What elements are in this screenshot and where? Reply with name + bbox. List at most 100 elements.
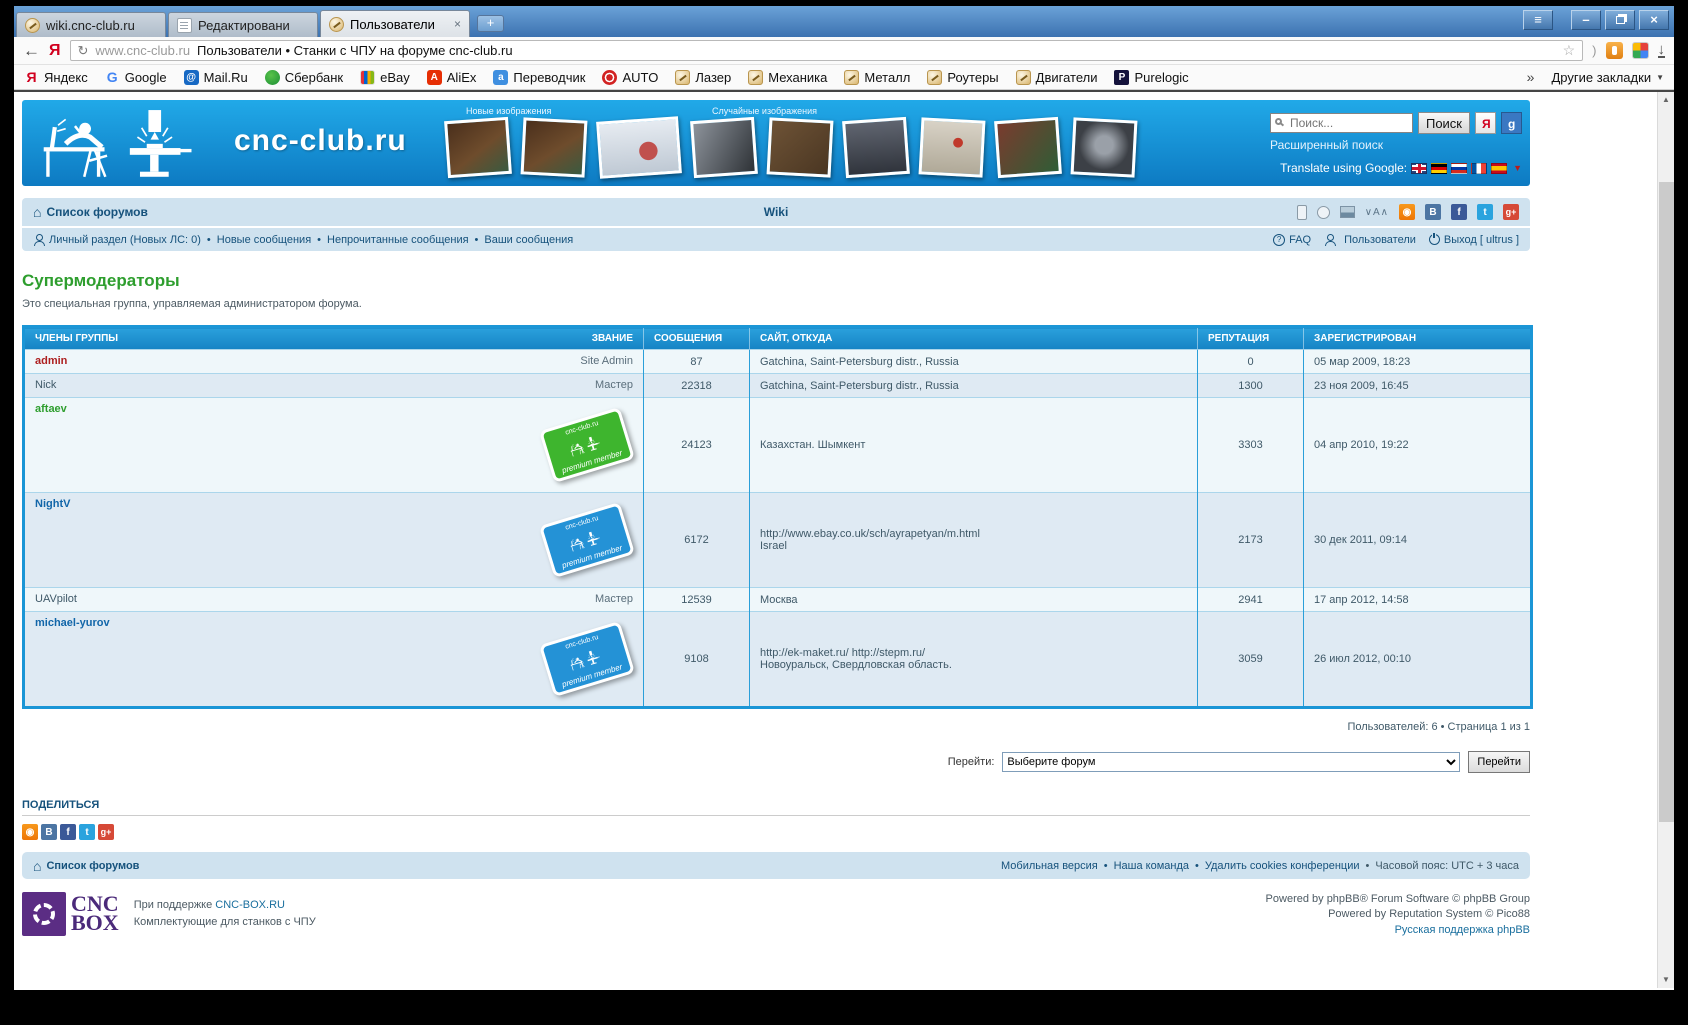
yandex-search-button[interactable]: Я <box>1475 112 1496 134</box>
bookmark-item[interactable]: Роутеры <box>927 69 999 85</box>
bookmark-item[interactable]: AliEx <box>426 69 476 85</box>
odnoklassniki-icon[interactable] <box>1399 204 1415 220</box>
site-brand[interactable]: cnc-club.ru <box>234 124 407 158</box>
image-icon[interactable] <box>1339 206 1355 218</box>
user-nav-link[interactable]: Личный раздел (Новых ЛС: 0) <box>49 234 201 246</box>
boards-photo[interactable] <box>994 116 1062 179</box>
twitter-icon[interactable] <box>79 824 95 840</box>
flag-russia[interactable] <box>1451 162 1468 174</box>
close-button[interactable] <box>1639 10 1669 30</box>
bookmark-item[interactable]: Механика <box>748 69 827 85</box>
extension-icon-pinwheel[interactable] <box>1631 42 1649 59</box>
user-nav-link[interactable]: Ваши сообщения <box>484 234 573 246</box>
bookmark-item[interactable]: Переводчик <box>493 69 585 85</box>
member-name-link[interactable]: Nick <box>35 377 595 391</box>
odnoklassniki-icon[interactable] <box>22 824 38 840</box>
search-input[interactable] <box>1269 113 1413 133</box>
forum-select[interactable]: Выберите форум <box>1002 752 1461 772</box>
new-images-label[interactable]: Новые изображения <box>466 106 551 116</box>
panel-collapse-icon[interactable]: ) <box>1592 43 1596 58</box>
bookmark-item[interactable]: Яндекс <box>24 70 88 85</box>
googleplus-icon[interactable] <box>1503 204 1519 220</box>
member-name-link[interactable]: michael-yurov <box>35 615 535 629</box>
bookmark-item[interactable]: Purelogic <box>1114 69 1189 85</box>
bookmark-item[interactable]: Лазер <box>675 69 731 85</box>
download-icon[interactable]: ↓ <box>1657 42 1665 58</box>
advanced-search-link[interactable]: Расширенный поиск <box>1270 138 1383 152</box>
member-name-link[interactable]: NightV <box>35 496 535 510</box>
cnc-box-logo[interactable]: CNC BOX <box>22 892 119 936</box>
pulleys-photo[interactable] <box>1070 117 1138 178</box>
flag-germany[interactable] <box>1431 162 1448 174</box>
session-link[interactable]: Пользователи <box>1324 233 1416 246</box>
flag-uk[interactable] <box>1411 162 1428 174</box>
member-name-link[interactable]: aftaev <box>35 401 535 415</box>
facebook-icon[interactable] <box>1451 204 1467 220</box>
bookmark-item[interactable]: Металл <box>844 69 910 85</box>
scrollbar[interactable]: ▲ ▼ <box>1657 92 1674 988</box>
browser-menu-button[interactable] <box>1523 10 1553 30</box>
scrollbar-thumb[interactable] <box>1659 182 1674 822</box>
google-search-button[interactable]: g <box>1501 112 1522 134</box>
bookmark-item[interactable]: Сбербанк <box>264 69 343 85</box>
engine-photo[interactable] <box>842 116 910 179</box>
bottom-nav-link[interactable]: Наша команда <box>1114 860 1189 872</box>
restore-button[interactable] <box>1605 10 1635 30</box>
bookmarks-overflow-button[interactable]: » <box>1527 69 1535 85</box>
browser-tab[interactable]: wiki.cnc-club.ru <box>16 12 166 37</box>
random-images-label[interactable]: Случайные изображения <box>712 106 817 116</box>
bottom-nav-link[interactable]: Мобильная версия <box>1001 860 1098 872</box>
jump-button[interactable]: Перейти <box>1468 751 1530 773</box>
translate-caret-icon[interactable]: ▼ <box>1513 163 1522 173</box>
bookmark-item[interactable]: AUTO <box>602 69 658 85</box>
pcb-photo-2[interactable] <box>520 117 588 178</box>
flag-france[interactable] <box>1471 162 1488 174</box>
bookmark-item[interactable]: Mail.Ru <box>183 69 248 85</box>
browser-tab[interactable]: Редактировани <box>168 12 318 37</box>
mobile-icon[interactable] <box>1296 204 1307 220</box>
scroll-up-icon[interactable]: ▲ <box>1658 92 1674 108</box>
pcb-photo-1[interactable] <box>444 116 512 179</box>
minimize-button[interactable] <box>1571 10 1601 30</box>
bookmark-star-icon[interactable]: ☆ <box>1563 42 1576 59</box>
font-size-icon[interactable]: ∨A∧ <box>1365 207 1389 218</box>
scroll-down-icon[interactable]: ▼ <box>1658 972 1674 988</box>
cad-screenshot[interactable] <box>596 116 682 179</box>
member-name-link[interactable]: UAVpilot <box>35 591 595 605</box>
back-icon[interactable]: ← <box>23 42 40 59</box>
member-name-link[interactable]: admin <box>35 353 580 367</box>
bookmark-item[interactable]: Google <box>105 70 167 85</box>
cutters-photo[interactable] <box>690 116 758 179</box>
cnc-club-logo-icon[interactable] <box>38 105 220 181</box>
refresh-icon[interactable]: ↻ <box>78 43 89 59</box>
search-button[interactable]: Поиск <box>1417 112 1470 134</box>
twitter-icon[interactable] <box>1477 204 1493 220</box>
googleplus-icon[interactable] <box>98 824 114 840</box>
bottom-nav-link[interactable]: Удалить cookies конференции <box>1205 860 1360 872</box>
address-bar[interactable]: ↻ www.cnc-club.ru Пользователи • Станки … <box>69 40 1584 61</box>
other-bookmarks-button[interactable]: Другие закладки ▼ <box>1551 70 1664 85</box>
extension-icon-orange[interactable] <box>1605 42 1623 59</box>
browser-tab[interactable]: Пользователи × <box>320 10 470 37</box>
member-registered: 30 дек 2011, 09:14 <box>1303 492 1532 588</box>
vk-icon[interactable] <box>41 824 57 840</box>
flag-spain[interactable] <box>1491 162 1508 174</box>
forum-list-link-bottom[interactable]: ⌂ Список форумов <box>33 859 139 873</box>
tab-close-icon[interactable]: × <box>454 18 461 30</box>
yandex-browser-icon[interactable]: Я <box>49 42 61 60</box>
forum-list-link[interactable]: ⌂ Список форумов <box>33 205 148 219</box>
session-link[interactable]: Выход [ ultrus ] <box>1428 233 1519 246</box>
new-tab-button[interactable]: + <box>477 15 504 32</box>
laser-photo[interactable] <box>766 117 834 178</box>
feed-icon[interactable] <box>1316 205 1330 219</box>
bookmark-item[interactable]: Двигатели <box>1015 69 1097 85</box>
vk-icon[interactable] <box>1425 204 1441 220</box>
bookmark-item[interactable]: eBay <box>360 69 410 85</box>
session-link[interactable]: FAQ <box>1273 233 1311 246</box>
panel-photo[interactable] <box>918 117 986 178</box>
sponsor-link[interactable]: CNC-BOX.RU <box>215 899 285 911</box>
user-nav-link[interactable]: Новые сообщения <box>217 234 311 246</box>
credit-line-3-link[interactable]: Русская поддержка phpBB <box>1395 924 1530 936</box>
user-nav-link[interactable]: Непрочитанные сообщения <box>327 234 469 246</box>
facebook-icon[interactable] <box>60 824 76 840</box>
